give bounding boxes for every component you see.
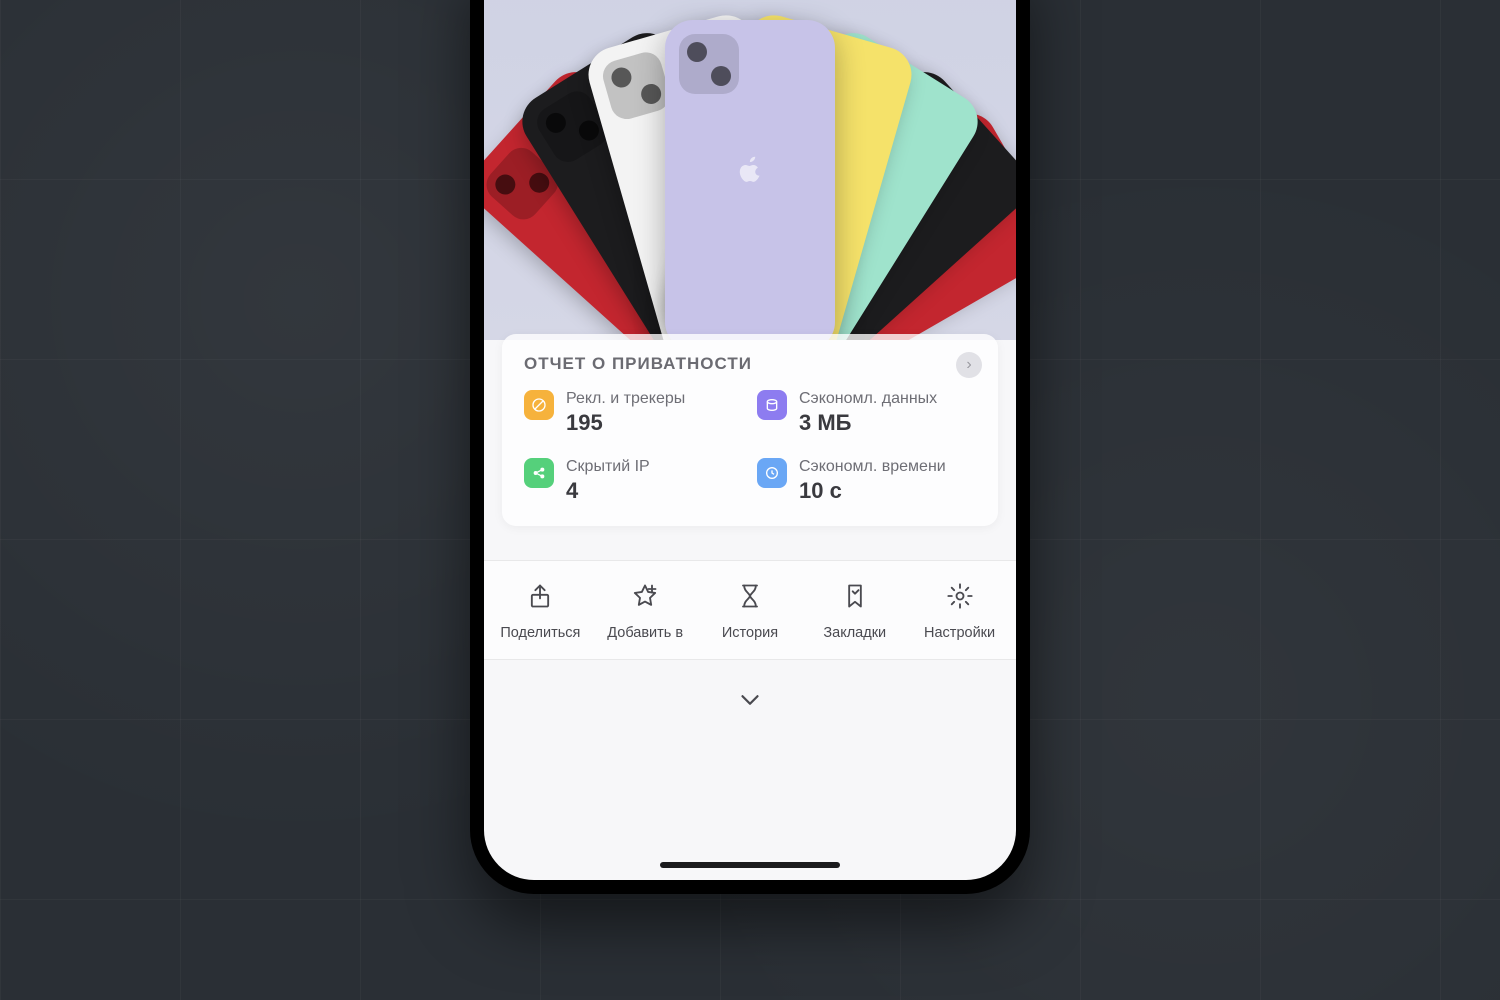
stat-label: Скрытий IP — [566, 458, 650, 476]
add-to-button[interactable]: Добавить в — [600, 581, 690, 641]
data-saved-icon — [757, 390, 787, 420]
stat-data-saved: Сэкономл. данных 3 МБ — [757, 390, 976, 436]
bookmark-icon — [841, 581, 869, 611]
stat-value: 195 — [566, 410, 685, 436]
history-button[interactable]: История — [705, 581, 795, 641]
bookmarks-button[interactable]: Закладки — [810, 581, 900, 641]
star-plus-icon — [631, 581, 659, 611]
toolbar-label: Поделиться — [500, 625, 580, 641]
privacy-report-title: ОТЧЕТ О ПРИВАТНОСТИ — [524, 354, 976, 374]
toolbar-label: История — [722, 625, 778, 641]
phone-screen: › ОТЧЕТ О ПРИВАТНОСТИ Рекл. и трекеры 19… — [484, 0, 1016, 880]
hidden-ip-icon — [524, 458, 554, 488]
toolbar-label: Закладки — [823, 625, 886, 641]
phone-fan-graphic — [590, 0, 910, 340]
time-saved-icon — [757, 458, 787, 488]
toolbar-label: Добавить в — [607, 625, 683, 641]
stat-label: Сэкономл. данных — [799, 390, 937, 408]
phone-frame: › ОТЧЕТ О ПРИВАТНОСТИ Рекл. и трекеры 19… — [470, 0, 1030, 894]
bottom-toolbar: Поделиться Добавить в История Закладки — [484, 560, 1016, 660]
stat-time-saved: Сэкономл. времени 10 с — [757, 458, 976, 504]
toolbar-label: Настройки — [924, 625, 995, 641]
chevron-down-icon — [735, 685, 765, 715]
apple-logo-icon — [736, 153, 764, 185]
stat-label: Сэкономл. времени — [799, 458, 946, 476]
share-button[interactable]: Поделиться — [495, 581, 585, 641]
hero-image — [484, 0, 1016, 340]
gear-icon — [946, 581, 974, 611]
hourglass-icon — [736, 581, 764, 611]
privacy-report-card[interactable]: › ОТЧЕТ О ПРИВАТНОСТИ Рекл. и трекеры 19… — [502, 334, 998, 526]
no-ads-icon — [524, 390, 554, 420]
stat-hidden-ip: Скрытий IP 4 — [524, 458, 743, 504]
stat-value: 3 МБ — [799, 410, 937, 436]
chevron-right-icon[interactable]: › — [956, 352, 982, 378]
stat-value: 10 с — [799, 478, 946, 504]
stat-value: 4 — [566, 478, 650, 504]
settings-button[interactable]: Настройки — [915, 581, 1005, 641]
share-icon — [526, 581, 554, 611]
stat-ads-trackers: Рекл. и трекеры 195 — [524, 390, 743, 436]
home-indicator[interactable] — [660, 862, 840, 868]
stat-label: Рекл. и трекеры — [566, 390, 685, 408]
collapse-button[interactable] — [484, 660, 1016, 740]
